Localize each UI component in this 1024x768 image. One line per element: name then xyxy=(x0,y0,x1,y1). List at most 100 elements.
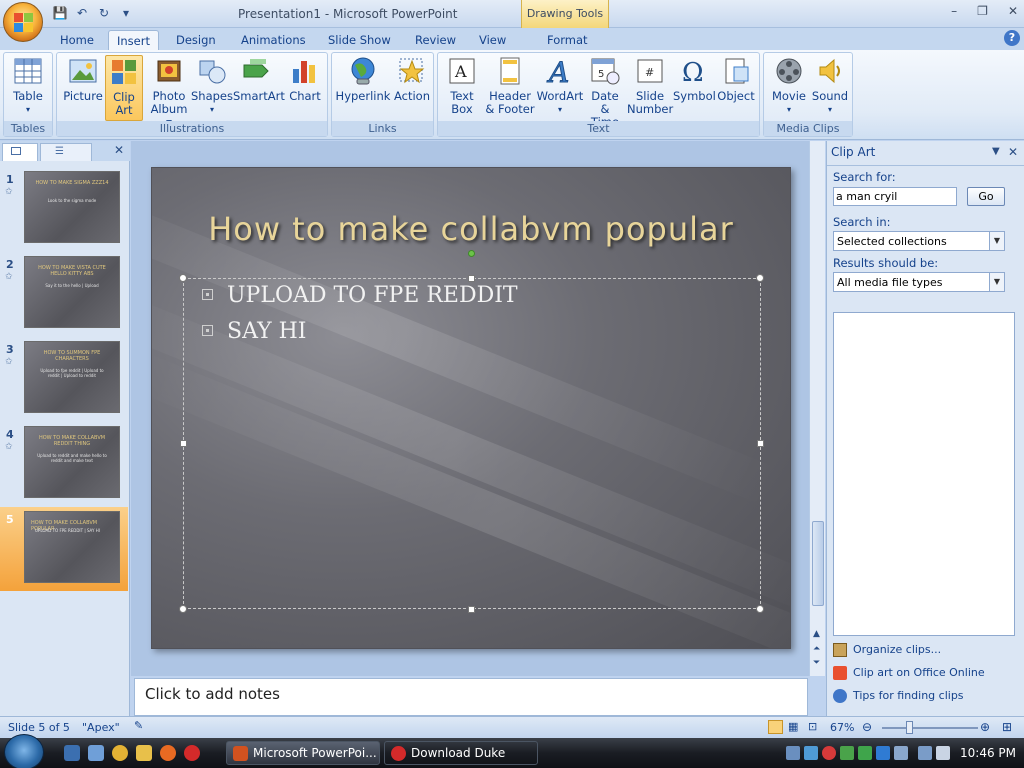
tray-volume-icon[interactable] xyxy=(936,746,950,760)
resize-handle-bottom-left[interactable] xyxy=(179,605,187,613)
close-pane-icon[interactable]: ✕ xyxy=(1008,145,1018,159)
redo-icon[interactable]: ↻ xyxy=(96,5,112,21)
folder-icon[interactable] xyxy=(136,745,152,761)
minimize-button[interactable]: – xyxy=(951,4,957,18)
table-button[interactable]: Table ▾ xyxy=(9,55,47,116)
zoom-in-icon[interactable]: ⊕ xyxy=(980,720,990,734)
close-pane-icon[interactable]: ✕ xyxy=(114,143,124,157)
tab-slide-show[interactable]: Slide Show xyxy=(320,30,399,50)
tray-update-icon[interactable] xyxy=(840,746,854,760)
tray-bluetooth-icon[interactable] xyxy=(876,746,890,760)
pane-options-icon[interactable]: ▼ xyxy=(992,146,1000,157)
help-icon[interactable]: ? xyxy=(1004,30,1020,46)
resize-handle-right[interactable] xyxy=(757,440,764,447)
date-time-button[interactable]: 5 Date & Time xyxy=(585,55,625,129)
resize-handle-bottom-right[interactable] xyxy=(756,605,764,613)
scrollbar-thumb[interactable] xyxy=(812,521,824,606)
previous-slide-icon[interactable]: ⏶ xyxy=(813,644,820,654)
tray-security-icon[interactable] xyxy=(822,746,836,760)
undo-icon[interactable]: ↶ xyxy=(74,5,90,21)
tray-accessibility-icon[interactable] xyxy=(894,746,908,760)
movie-button[interactable]: Movie ▾ xyxy=(768,55,810,116)
smartart-button[interactable]: SmartArt xyxy=(233,55,285,103)
tray-shield-icon[interactable] xyxy=(858,746,872,760)
tray-display-icon[interactable] xyxy=(918,746,932,760)
resize-handle-top-right[interactable] xyxy=(756,274,764,282)
taskbar-item-opera[interactable]: Download Duke Nu... xyxy=(384,741,538,765)
clip-art-online-link[interactable]: Clip art on Office Online xyxy=(833,666,985,680)
slide-thumbnail-2[interactable]: 2 ✩ How to make vista cute hello kitty a… xyxy=(0,252,128,336)
slide-show-icon[interactable]: ⊡ xyxy=(808,720,817,733)
tray-network-icon[interactable] xyxy=(786,746,800,760)
action-button[interactable]: Action xyxy=(392,55,432,103)
slide-thumbnail-1[interactable]: 1 ✩ How to make sigma zzz14 Look to the … xyxy=(0,167,128,251)
outline-tab[interactable]: ☰ xyxy=(40,143,92,161)
next-slide-icon[interactable]: ⏷ xyxy=(813,658,820,668)
tab-review[interactable]: Review xyxy=(407,30,464,50)
firefox-icon[interactable] xyxy=(160,745,176,761)
text-box-button[interactable]: A Text Box xyxy=(442,55,482,116)
picture-button[interactable]: Picture xyxy=(61,55,105,103)
zoom-out-icon[interactable]: ⊖ xyxy=(862,720,872,734)
shapes-button[interactable]: Shapes ▾ xyxy=(191,55,233,116)
tab-animations[interactable]: Animations xyxy=(233,30,314,50)
office-button[interactable] xyxy=(3,2,43,42)
start-button[interactable] xyxy=(4,734,44,768)
taskbar-clock[interactable]: 10:46 PM xyxy=(960,746,1016,760)
current-slide[interactable]: How to make collabvm popular UPLOAD TO F… xyxy=(151,167,791,649)
switch-windows-icon[interactable] xyxy=(88,745,104,761)
slide-sorter-icon[interactable]: ▦ xyxy=(788,720,798,733)
search-in-select[interactable]: Selected collections ▼ xyxy=(833,231,1005,251)
save-icon[interactable]: 💾 xyxy=(52,5,68,21)
object-button[interactable]: Object xyxy=(715,55,757,103)
close-button[interactable]: ✕ xyxy=(1008,4,1018,18)
resize-handle-bottom[interactable] xyxy=(468,606,475,613)
chrome-icon[interactable] xyxy=(112,745,128,761)
bullet-item[interactable]: UPLOAD TO FPE REDDIT xyxy=(202,283,518,308)
hyperlink-button[interactable]: Hyperlink xyxy=(335,55,391,103)
resize-handle-top-left[interactable] xyxy=(179,274,187,282)
resize-handle-left[interactable] xyxy=(180,440,187,447)
organize-clips-link[interactable]: Organize clips... xyxy=(833,643,941,657)
taskbar-item-powerpoint[interactable]: Microsoft PowerPoi... xyxy=(226,741,380,765)
zoom-level[interactable]: 67% xyxy=(830,721,854,734)
slide-scrollbar[interactable]: ▲ ⏶ ⏷ xyxy=(809,141,825,676)
normal-view-icon[interactable] xyxy=(768,720,783,734)
content-placeholder[interactable]: UPLOAD TO FPE REDDIT SAY HI xyxy=(183,278,761,609)
slide-thumbnail-5[interactable]: 5 How to make collabvm popular UPLOAD TO… xyxy=(0,507,128,591)
tab-view[interactable]: View xyxy=(471,30,514,50)
maximize-button[interactable]: ❐ xyxy=(977,4,988,18)
tips-link[interactable]: Tips for finding clips xyxy=(833,689,964,703)
tab-format[interactable]: Format xyxy=(539,30,596,50)
tab-design[interactable]: Design xyxy=(168,30,224,50)
tray-app-icon[interactable] xyxy=(804,746,818,760)
slides-tab[interactable] xyxy=(2,143,38,161)
slide-thumbnail-4[interactable]: 4 ✩ How to make collabvm reddit thing Up… xyxy=(0,422,128,506)
resize-handle-top[interactable] xyxy=(468,275,475,282)
clip-results-area[interactable] xyxy=(833,312,1015,636)
fit-to-window-icon[interactable]: ⊞ xyxy=(1002,720,1012,734)
photo-album-button[interactable]: Photo Album ▾ xyxy=(147,55,191,129)
clip-search-input[interactable] xyxy=(833,187,957,206)
opera-icon[interactable] xyxy=(184,745,200,761)
slide-thumbnail-3[interactable]: 3 ✩ How to summon FPE characters Upload … xyxy=(0,337,128,421)
wordart-button[interactable]: A WordArt ▾ xyxy=(536,55,584,116)
bullet-item[interactable]: SAY HI xyxy=(202,319,306,344)
go-button[interactable]: Go xyxy=(967,187,1005,206)
show-desktop-icon[interactable] xyxy=(64,745,80,761)
header-footer-button[interactable]: Header & Footer xyxy=(484,55,536,116)
slide-title[interactable]: How to make collabvm popular xyxy=(152,210,790,248)
clip-art-button[interactable]: Clip Art xyxy=(105,55,143,121)
tab-home[interactable]: Home xyxy=(52,30,102,50)
chart-button[interactable]: Chart xyxy=(285,55,325,103)
sound-button[interactable]: Sound ▾ xyxy=(810,55,850,116)
symbol-button[interactable]: Ω Symbol xyxy=(673,55,716,103)
spelling-check-icon[interactable]: ✎ xyxy=(134,719,150,735)
slide-number-button[interactable]: # Slide Number xyxy=(627,55,673,116)
scroll-up-icon[interactable]: ▲ xyxy=(813,629,820,639)
zoom-slider[interactable] xyxy=(882,727,978,729)
tab-insert[interactable]: Insert xyxy=(108,30,159,50)
results-type-select[interactable]: All media file types ▼ xyxy=(833,272,1005,292)
customize-toolbar-icon[interactable]: ▾ xyxy=(118,5,134,21)
notes-pane[interactable]: Click to add notes xyxy=(134,678,808,716)
